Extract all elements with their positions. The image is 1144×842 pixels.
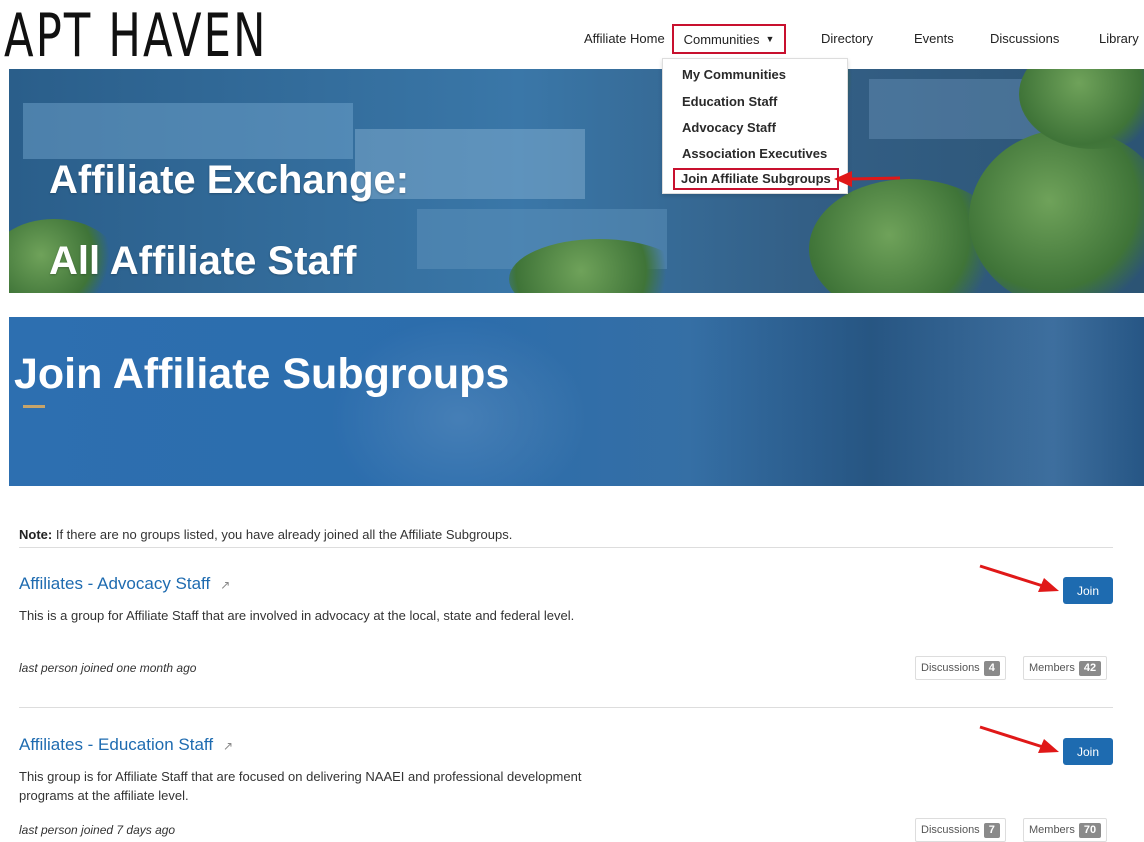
dropdown-item-advocacy-staff[interactable]: Advocacy Staff [682, 120, 776, 136]
banner-decor [23, 103, 353, 159]
divider [19, 547, 1113, 548]
page-title: Join Affiliate Subgroups [14, 350, 510, 398]
external-link-icon: ↗ [220, 577, 231, 592]
community-banner: Affiliate Exchange: All Affiliate Staff [9, 69, 1144, 293]
members-label: Members [1029, 824, 1075, 836]
group-description: This is a group for Affiliate Staff that… [19, 608, 575, 623]
group-title-label[interactable]: Affiliates - Advocacy Staff [19, 574, 210, 593]
annotation-arrow-icon [979, 564, 1059, 592]
nav-events[interactable]: Events [914, 31, 954, 47]
group-description: This group is for Affiliate Staff that a… [19, 769, 582, 803]
discussions-badge[interactable]: Discussions 7 [915, 818, 1006, 842]
members-count: 70 [1078, 822, 1102, 838]
banner-title-line2: All Affiliate Staff [49, 239, 357, 283]
group-last-joined: last person joined one month ago [19, 661, 197, 675]
dropdown-item-education-staff[interactable]: Education Staff [682, 94, 777, 110]
note-text: If there are no groups listed, you have … [52, 527, 513, 542]
dropdown-item-association-executives[interactable]: Association Executives [682, 146, 827, 162]
page-note: Note: If there are no groups listed, you… [19, 527, 512, 542]
join-button-advocacy-staff[interactable]: Join [1063, 577, 1113, 604]
discussions-badge[interactable]: Discussions 4 [915, 656, 1006, 680]
members-badge[interactable]: Members 42 [1023, 656, 1108, 680]
dropdown-item-join-affiliate-subgroups[interactable]: Join Affiliate Subgroups [673, 168, 839, 190]
dropdown-item-my-communities[interactable]: My Communities [682, 67, 786, 83]
banner-decor [329, 317, 589, 486]
annotation-arrow-icon [834, 171, 901, 187]
banner-foliage [969, 129, 1144, 293]
nav-affiliate-home[interactable]: Affiliate Home [584, 31, 665, 47]
discussions-count: 4 [983, 660, 1000, 676]
external-link-icon: ↗ [223, 738, 234, 753]
nav-directory[interactable]: Directory [821, 31, 873, 47]
banner-title-line1: Affiliate Exchange: [49, 158, 410, 202]
discussions-label: Discussions [921, 662, 980, 674]
page-banner: Join Affiliate Subgroups [9, 317, 1144, 486]
chevron-down-icon: ▼ [765, 34, 775, 44]
discussions-count: 7 [983, 822, 1000, 838]
discussions-label: Discussions [921, 824, 980, 836]
divider [19, 707, 1113, 708]
group-last-joined: last person joined 7 days ago [19, 823, 176, 837]
annotation-arrow-icon [979, 725, 1059, 753]
communities-dropdown: My Communities Education Staff Advocacy … [662, 58, 848, 194]
nav-library[interactable]: Library [1099, 31, 1139, 47]
join-button-education-staff[interactable]: Join [1063, 738, 1113, 765]
main-nav: Affiliate Home Communities ▼ Directory E… [0, 0, 1144, 72]
nav-communities[interactable]: Communities ▼ [672, 24, 786, 54]
members-badge[interactable]: Members 70 [1023, 818, 1108, 842]
group-title-education-staff[interactable]: Affiliates - Education Staff ↗ [19, 735, 233, 755]
members-label: Members [1029, 662, 1075, 674]
note-label: Note: [19, 527, 53, 542]
banner-decor [689, 317, 1144, 486]
nav-discussions[interactable]: Discussions [990, 31, 1059, 47]
title-accent-bar [23, 405, 45, 408]
members-count: 42 [1078, 660, 1102, 676]
group-title-label[interactable]: Affiliates - Education Staff [19, 735, 213, 754]
nav-communities-label: Communities [683, 31, 760, 47]
group-title-advocacy-staff[interactable]: Affiliates - Advocacy Staff ↗ [19, 574, 230, 594]
